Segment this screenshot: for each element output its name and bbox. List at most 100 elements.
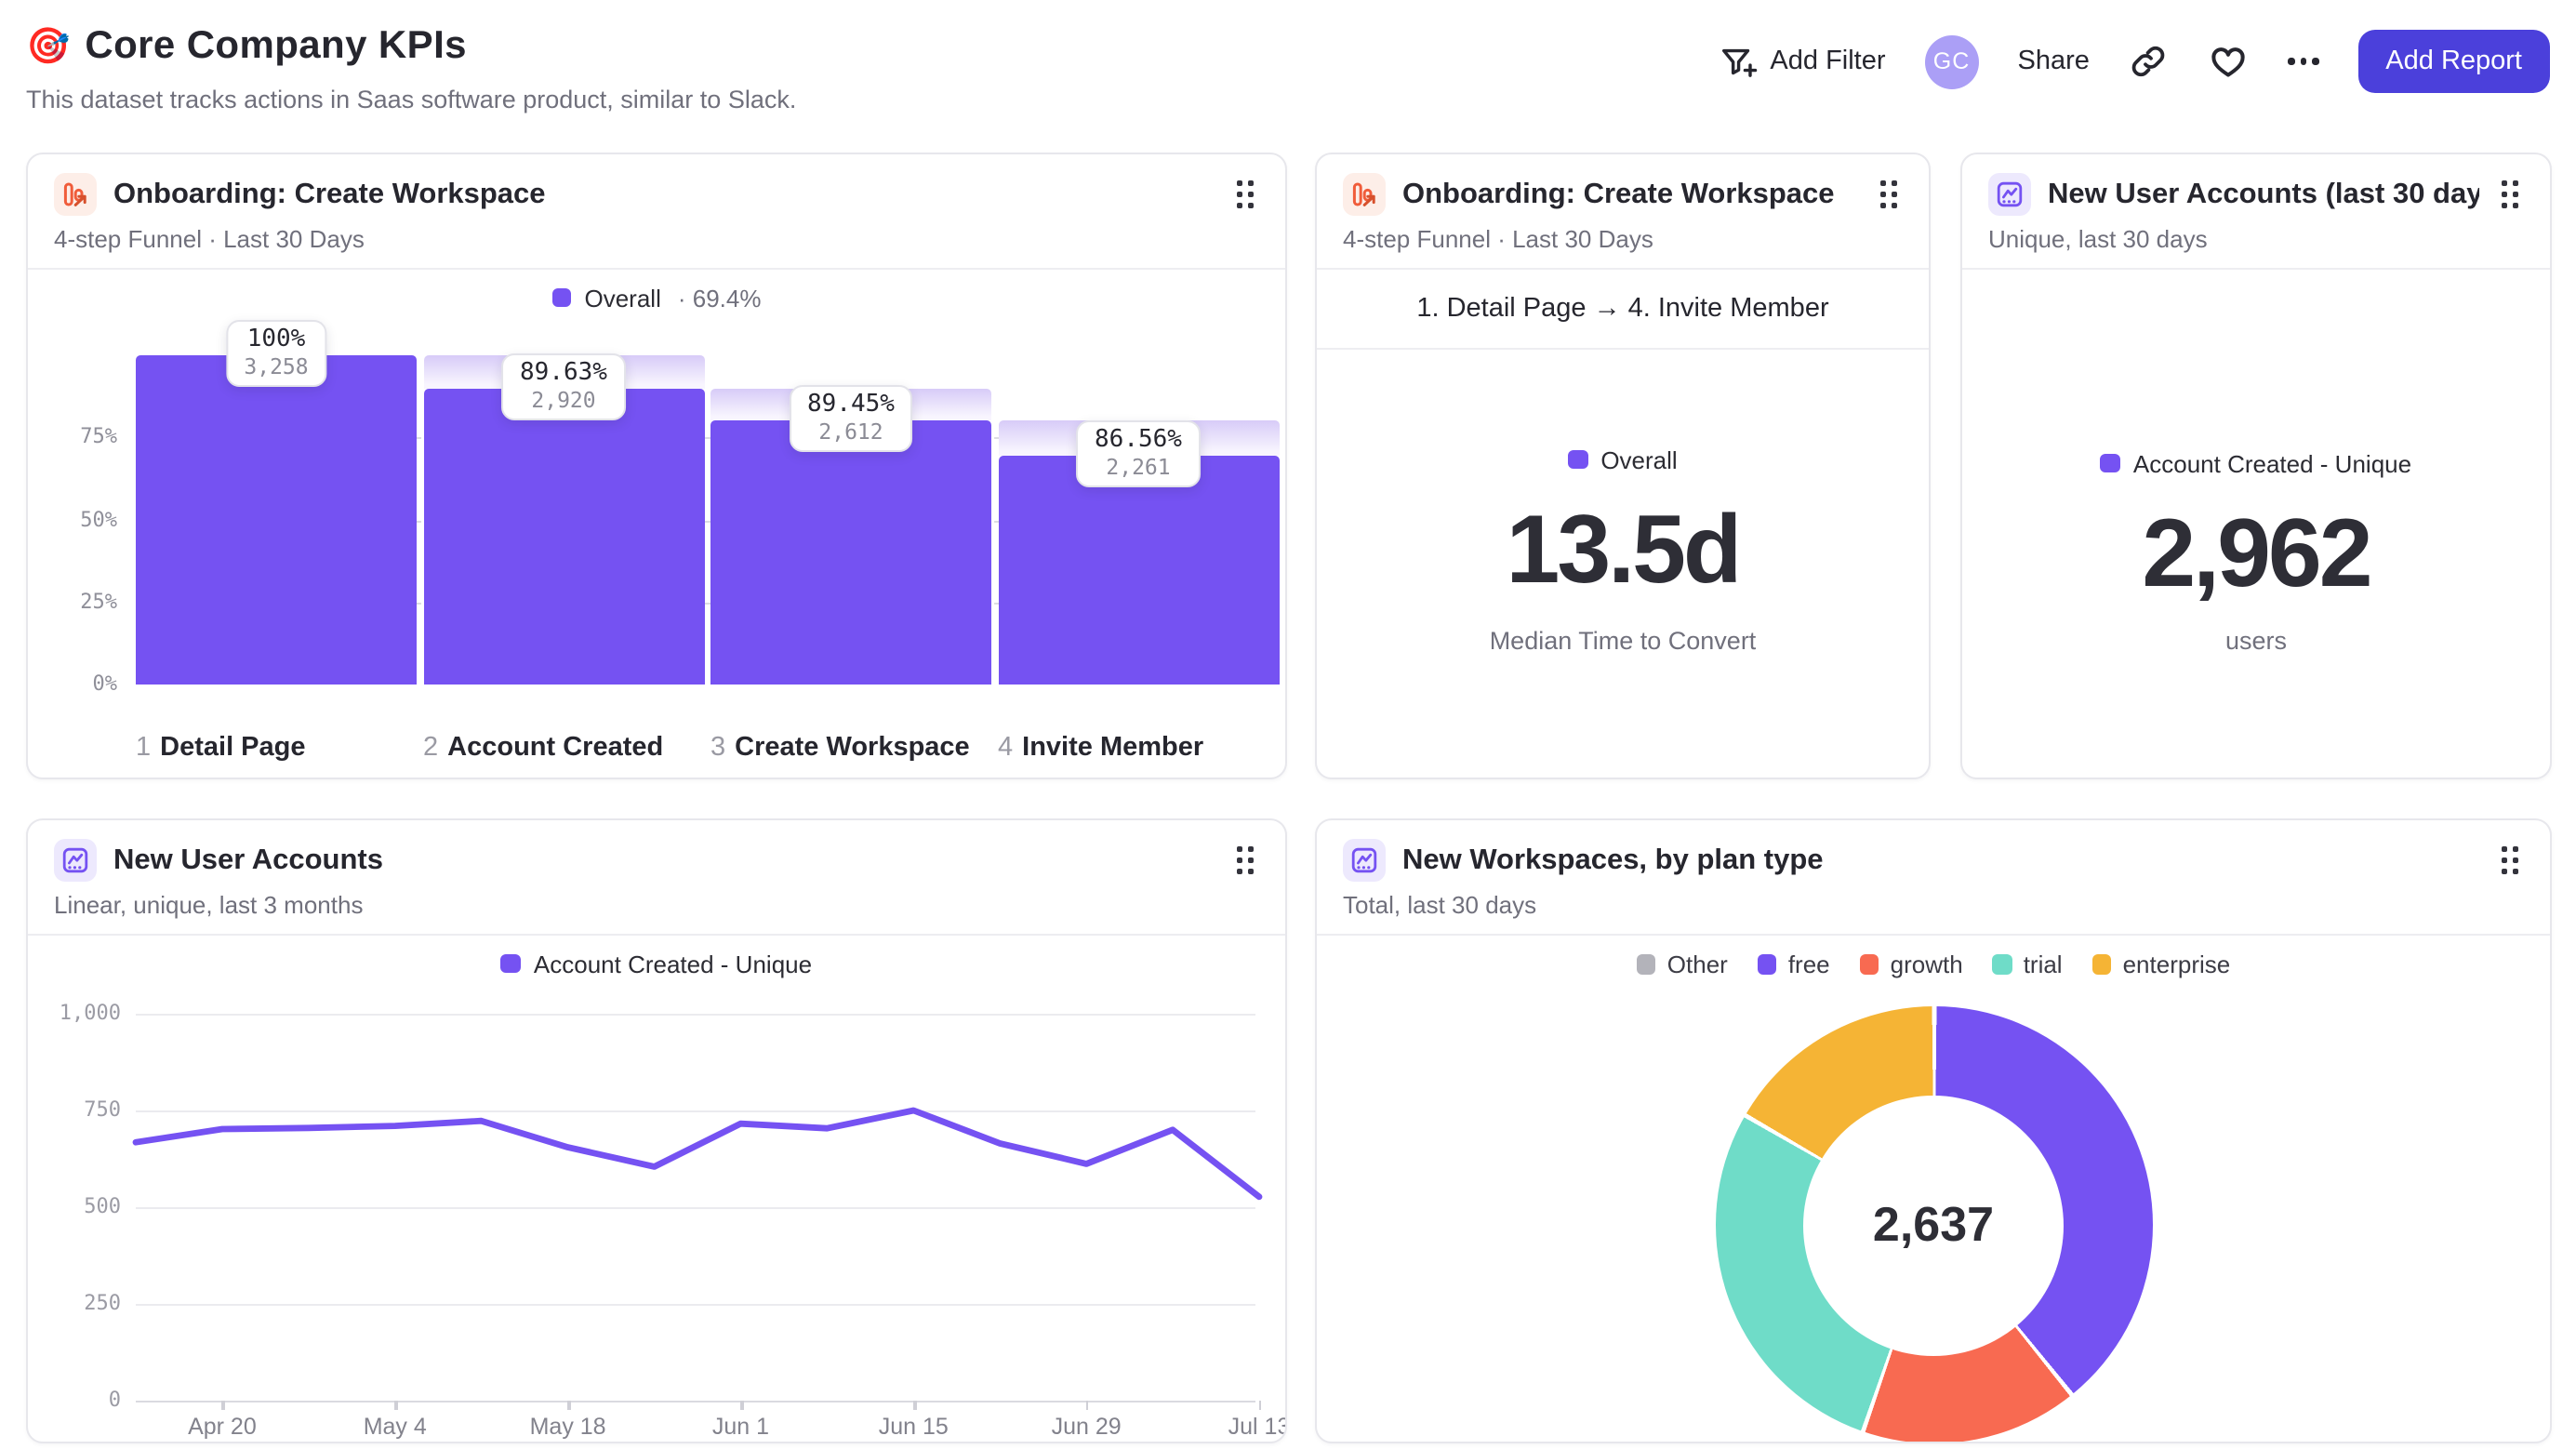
card-header: Onboarding: Create Workspace 4-step Funn… (28, 154, 1285, 268)
donut-total: 2,637 (1872, 1196, 1995, 1252)
donut-legend-item[interactable]: enterprise (2091, 950, 2230, 978)
legend-label: trial (2023, 950, 2063, 978)
target-emoji-icon: 🎯 (26, 27, 71, 66)
funnel-value-label: 89.63% 2,920 (501, 353, 626, 421)
accounts-metric: 2,962 (2142, 500, 2372, 608)
avatar[interactable]: GC (1924, 34, 1979, 88)
funnel-bars-icon (54, 173, 97, 216)
funnel-bar[interactable] (998, 456, 1279, 685)
card-time-to-convert: Onboarding: Create Workspace 4-step Funn… (1315, 153, 1931, 779)
line-chart-icon (1343, 839, 1386, 882)
funnel-step-label: 4 Invite Member (998, 733, 1204, 763)
legend-label: free (1787, 950, 1830, 978)
legend-label: Other (1666, 950, 1728, 978)
metric-legend: Account Created - Unique (2100, 446, 2411, 480)
divider (1317, 934, 2550, 936)
legend-swatch (1636, 954, 1656, 975)
line-y-tick: 1,000 (59, 1001, 121, 1025)
funnel-y-tick: 50% (80, 507, 117, 531)
metric-legend: Overall (1568, 443, 1678, 476)
line-x-tick: May 18 (529, 1414, 606, 1440)
line-y-tick: 250 (84, 1291, 121, 1315)
funnel-step-label: 1 Detail Page (136, 733, 306, 763)
line-x-tick-mark (394, 1401, 398, 1410)
donut-legend-item[interactable]: growth (1859, 950, 1963, 978)
donut-legend-item[interactable]: trial (1992, 950, 2063, 978)
add-filter-label: Add Filter (1770, 47, 1886, 76)
line-chart-icon (54, 839, 97, 882)
card-workspaces-by-plan: New Workspaces, by plan type Total, last… (1315, 818, 2552, 1443)
line-y-tick: 0 (108, 1388, 121, 1412)
funnel-y-tick: 75% (80, 424, 117, 449)
donut-chart[interactable]: 2,637 (1715, 1006, 2152, 1442)
line-x-tick: Jun 1 (711, 1414, 770, 1440)
funnel-bars-icon (1343, 173, 1386, 216)
heart-icon[interactable] (2209, 41, 2250, 82)
card-onboarding-funnel: Onboarding: Create Workspace 4-step Funn… (26, 153, 1287, 779)
line-x-tick-mark (567, 1401, 571, 1410)
funnel-bar[interactable] (710, 420, 991, 685)
card-subtitle: Linear, unique, last 3 months (54, 891, 364, 919)
card-header: New User Accounts Linear, unique, last 3… (28, 820, 1285, 934)
card-accounts-trend: New User Accounts Linear, unique, last 3… (26, 818, 1287, 1443)
toolbar: Add Filter GC Share Add Report (1718, 24, 2550, 93)
line-x-tick-mark (913, 1401, 917, 1410)
drag-handle-icon[interactable] (1875, 175, 1903, 213)
legend-label: Overall (1600, 445, 1678, 473)
page-header: 🎯 Core Company KPIs This dataset tracks … (0, 0, 2576, 113)
legend-swatch (551, 287, 572, 308)
funnel-bar[interactable] (136, 355, 417, 685)
funnel-value-label: 89.45% 2,612 (789, 385, 913, 453)
card-new-accounts-30d: New User Accounts (last 30 days) Unique,… (1960, 153, 2552, 779)
link-icon[interactable] (2129, 41, 2170, 82)
drag-handle-icon[interactable] (1231, 175, 1259, 213)
metric-caption: users (2224, 627, 2287, 656)
funnel-plot-area: 100% 3,258 89.63% 2,920 89.45% 2,612 86.56% 2,2… (136, 320, 1279, 685)
funnel-bar[interactable] (423, 389, 704, 685)
donut-legend-item[interactable]: free (1757, 950, 1830, 978)
share-button[interactable]: Share (2018, 47, 2090, 76)
card-header: New User Accounts (last 30 days) Unique,… (1962, 154, 2550, 268)
legend-swatch (1992, 954, 2012, 975)
line-x-tick-mark (1259, 1401, 1262, 1410)
line-x-tick-mark (1086, 1401, 1089, 1410)
legend-label: growth (1890, 950, 1963, 978)
metric-block: Overall 13.5d Median Time to Convert (1317, 350, 1929, 655)
line-series (132, 1107, 1263, 1201)
card-subtitle: Unique, last 30 days (1988, 225, 2208, 253)
card-subtitle: 4-step Funnel · Last 30 Days (1343, 225, 1653, 253)
line-chart[interactable]: 0 250 500 750 1,000 Apr 20 May 4 May 18 Jun 1 Jun… (54, 988, 1285, 1440)
add-report-button[interactable]: Add Report (2357, 30, 2550, 93)
funnel-step-label: 2 Account Created (423, 733, 664, 763)
filter-plus-icon (1721, 47, 1757, 76)
legend-swatch (2100, 453, 2120, 473)
line-y-tick: 500 (84, 1194, 121, 1218)
card-title: Onboarding: Create Workspace (1402, 178, 1835, 209)
card-header: New Workspaces, by plan type Total, last… (1317, 820, 2550, 934)
drag-handle-icon[interactable] (2496, 175, 2524, 213)
legend-swatch (1757, 954, 1777, 975)
line-y-tick: 750 (84, 1097, 121, 1122)
line-x-tick-mark (221, 1401, 225, 1410)
card-title: New User Accounts (last 30 days) (2048, 178, 2480, 209)
donut-legend: Other free growth trial enterprise (1317, 950, 2550, 978)
card-subtitle: Total, last 30 days (1343, 891, 1537, 919)
legend-label: Overall (584, 284, 661, 312)
line-x-tick: Apr 20 (188, 1414, 257, 1440)
line-x-tick: Jul 13 (1228, 1414, 1287, 1440)
donut-legend-item[interactable]: Other (1636, 950, 1728, 978)
metric-caption: Median Time to Convert (1489, 627, 1757, 656)
more-options-button[interactable] (2288, 58, 2319, 65)
funnel-value-label: 86.56% 2,261 (1076, 420, 1201, 488)
funnel-step-label: 3 Create Workspace (710, 733, 970, 763)
drag-handle-icon[interactable] (2496, 841, 2524, 879)
page-title: Core Company KPIs (85, 24, 467, 67)
add-filter-button[interactable]: Add Filter (1718, 42, 1886, 81)
funnel-chart[interactable]: 100% 3,258 89.63% 2,920 89.45% 2,612 86.56% 2,2… (54, 318, 1279, 718)
card-header: Onboarding: Create Workspace 4-step Funn… (1317, 154, 1929, 268)
header-left: 🎯 Core Company KPIs This dataset tracks … (26, 24, 796, 113)
share-label: Share (2017, 47, 2090, 76)
line-x-tick: Jun 15 (878, 1414, 949, 1440)
drag-handle-icon[interactable] (1231, 841, 1259, 879)
metric-block: Account Created - Unique 2,962 users (1962, 270, 2550, 655)
